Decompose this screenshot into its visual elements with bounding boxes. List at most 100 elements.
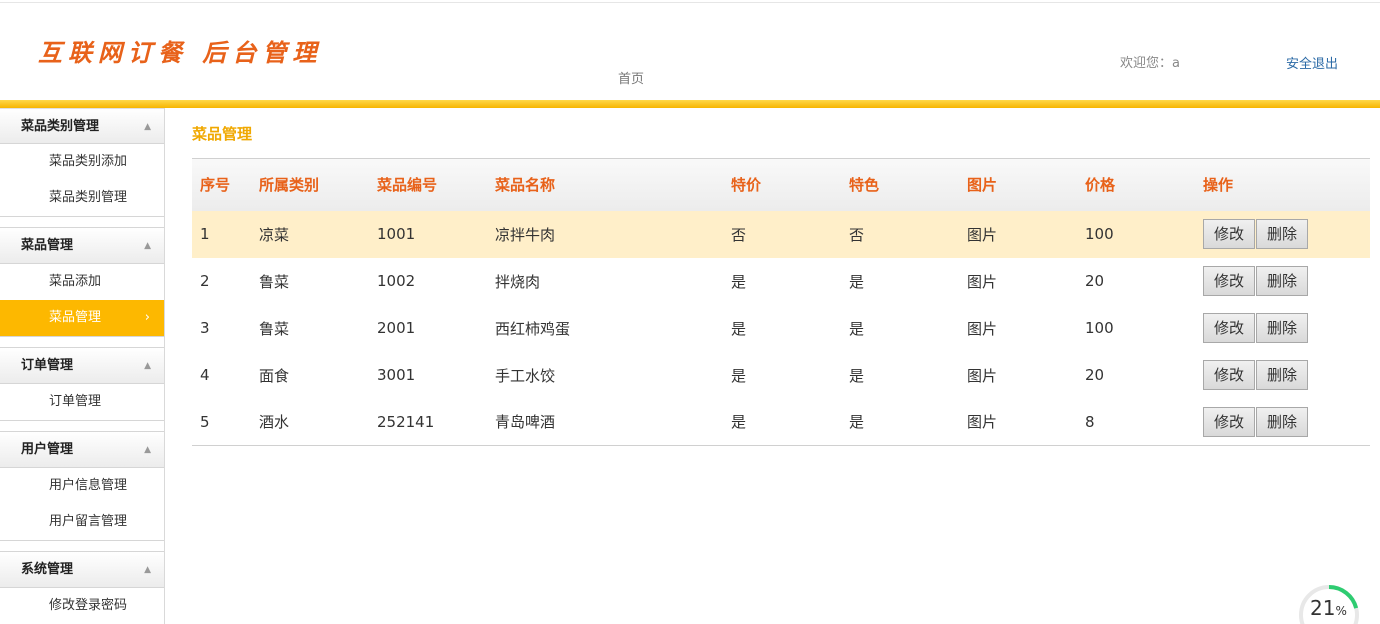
sidebar-item-label: 菜品管理 (49, 310, 102, 325)
row-category: 面食 (259, 366, 290, 385)
row-code: 1001 (377, 225, 416, 243)
table-header-row: 序号 所属类别 菜品编号 菜品名称 特价 特色 图片 价格 操作 (192, 158, 1370, 211)
row-number: 1 (200, 225, 210, 243)
edit-button[interactable]: 修改 (1203, 406, 1256, 437)
sidebar-item-label: 用户留言管理 (49, 514, 128, 529)
row-actions: 修改 删除 (1195, 305, 1370, 352)
row-special-price: 是 (731, 366, 747, 385)
column-header: 特价 (731, 176, 762, 195)
table-row: 2 鲁菜 1002 拌烧肉 是 是 图片 20 修改 删除 (192, 258, 1370, 305)
sidebar-group: 菜品类别管理 ▲ 菜品类别添加 菜品类别管理 (0, 108, 164, 217)
row-price: 100 (1085, 225, 1114, 243)
chevron-right-icon: › (144, 310, 150, 325)
delete-button[interactable]: 删除 (1256, 406, 1309, 437)
sidebar-item-label: 订单管理 (49, 394, 102, 409)
row-special-price: 是 (731, 319, 747, 338)
row-category: 鲁菜 (259, 272, 290, 291)
progress-label: 21% (1310, 596, 1347, 620)
row-code: 1002 (377, 272, 416, 290)
sidebar-item[interactable]: 菜品类别添加 (0, 144, 164, 180)
page-title: 菜品管理 (192, 125, 253, 143)
page: 互联网订餐 后台管理 首页 欢迎您：a 安全退出 菜品类别管理 ▲ 菜品类别添加 菜品… (0, 0, 1380, 624)
edit-button[interactable]: 修改 (1203, 313, 1256, 343)
sidebar-group: 系统管理 ▲ 修改登录密码 (0, 551, 164, 624)
row-featured: 是 (849, 366, 865, 385)
row-image-link[interactable]: 图片 (959, 211, 1077, 258)
sidebar-group-label: 系统管理 (21, 562, 74, 577)
edit-button[interactable]: 修改 (1203, 360, 1256, 390)
row-image-link[interactable]: 图片 (959, 352, 1077, 399)
edit-button[interactable]: 修改 (1203, 266, 1256, 296)
sidebar-group-title[interactable]: 用户管理 ▲ (0, 432, 164, 468)
row-price: 100 (1085, 319, 1114, 337)
sidebar-group-label: 菜品管理 (21, 238, 74, 253)
table-body: 1 凉菜 1001 凉拌牛肉否否图片 100 修改 删除 2 鲁菜 1002 拌烧肉是是图片 20 修改… (192, 210, 1370, 446)
sidebar-item-label: 菜品类别添加 (49, 154, 128, 169)
column-header: 图片 (967, 176, 998, 195)
header: 互联网订餐 后台管理 首页 欢迎您：a 安全退出 (0, 3, 1380, 100)
row-featured: 是 (849, 319, 865, 338)
dish-table-container: 序号 所属类别 菜品编号 菜品名称 特价 特色 图片 价格 操作 1 凉菜 1001 凉拌牛肉否否图片… (192, 158, 1370, 446)
row-actions: 修改 删除 (1195, 352, 1370, 399)
sidebar-item[interactable]: 用户留言管理 (0, 504, 164, 540)
column-header: 特色 (849, 176, 880, 195)
sidebar-group-label: 订单管理 (21, 358, 74, 373)
collapse-caret-icon: ▲ (144, 361, 151, 371)
sidebar-item-label: 用户信息管理 (49, 478, 128, 493)
row-category: 鲁菜 (259, 319, 290, 338)
column-header: 操作 (1203, 176, 1234, 195)
row-number: 2 (200, 272, 210, 290)
collapse-caret-icon: ▲ (144, 565, 151, 575)
sidebar-item[interactable]: 菜品管理 › (0, 300, 164, 336)
column-header: 序号 (200, 176, 231, 195)
row-name: 青岛啤酒 (495, 413, 556, 432)
delete-button[interactable]: 删除 (1256, 219, 1309, 249)
row-code: 252141 (377, 412, 435, 431)
row-price: 20 (1085, 366, 1105, 384)
sidebar-group-title[interactable]: 系统管理 ▲ (0, 552, 164, 588)
sidebar-group: 菜品管理 ▲ 菜品添加 菜品管理 › (0, 227, 164, 337)
column-header: 菜品编号 (377, 176, 438, 195)
logo: 互联网订餐 后台管理 (38, 38, 323, 67)
row-special-price: 是 (731, 413, 747, 432)
sidebar-group-title[interactable]: 订单管理 ▲ (0, 348, 164, 384)
row-code: 3001 (377, 366, 416, 384)
collapse-caret-icon: ▲ (144, 445, 151, 455)
logout-link[interactable]: 安全退出 (1286, 53, 1338, 72)
dish-table: 序号 所属类别 菜品编号 菜品名称 特价 特色 图片 价格 操作 1 凉菜 1001 凉拌牛肉否否图片… (192, 158, 1370, 446)
sidebar-group-label: 菜品类别管理 (21, 119, 100, 134)
row-image-link[interactable]: 图片 (959, 258, 1077, 305)
sidebar-group: 用户管理 ▲ 用户信息管理 用户留言管理 (0, 431, 164, 541)
column-header: 价格 (1085, 176, 1116, 195)
sidebar-item[interactable]: 订单管理 (0, 384, 164, 420)
sidebar-item[interactable]: 修改登录密码 (0, 588, 164, 624)
row-code: 2001 (377, 319, 416, 337)
sidebar-group-title[interactable]: 菜品类别管理 ▲ (0, 108, 164, 144)
sidebar-item-label: 菜品类别管理 (49, 190, 128, 205)
row-category: 凉菜 (259, 225, 290, 244)
sidebar-item[interactable]: 菜品添加 (0, 264, 164, 300)
row-actions: 修改 删除 (1195, 258, 1370, 305)
home-link[interactable]: 首页 (618, 68, 644, 87)
row-image-link[interactable]: 图片 (959, 305, 1077, 352)
column-header: 菜品名称 (495, 176, 556, 195)
row-number: 5 (200, 412, 210, 431)
row-image-link[interactable]: 图片 (959, 399, 1077, 446)
collapse-caret-icon: ▲ (144, 241, 151, 251)
row-actions: 修改 删除 (1195, 399, 1370, 446)
sidebar-item[interactable]: 用户信息管理 (0, 468, 164, 504)
sidebar-group-title[interactable]: 菜品管理 ▲ (0, 228, 164, 264)
column-header: 所属类别 (259, 176, 320, 195)
delete-button[interactable]: 删除 (1256, 313, 1309, 343)
row-featured: 是 (849, 413, 865, 432)
delete-button[interactable]: 删除 (1256, 360, 1309, 390)
sidebar-group: 订单管理 ▲ 订单管理 (0, 347, 164, 421)
edit-button[interactable]: 修改 (1203, 219, 1256, 249)
delete-button[interactable]: 删除 (1256, 266, 1309, 296)
table-row: 3 鲁菜 2001 西红柿鸡蛋 是 是 图片 100 修改 删除 (192, 305, 1370, 352)
row-featured: 是 (849, 272, 865, 291)
sidebar-item[interactable]: 菜品类别管理 (0, 180, 164, 216)
row-actions: 修改 删除 (1195, 211, 1370, 258)
row-special-price: 否 (731, 225, 747, 244)
table-row: 1 凉菜 1001 凉拌牛肉 否 否 图片 100 修改 删除 (192, 210, 1370, 258)
